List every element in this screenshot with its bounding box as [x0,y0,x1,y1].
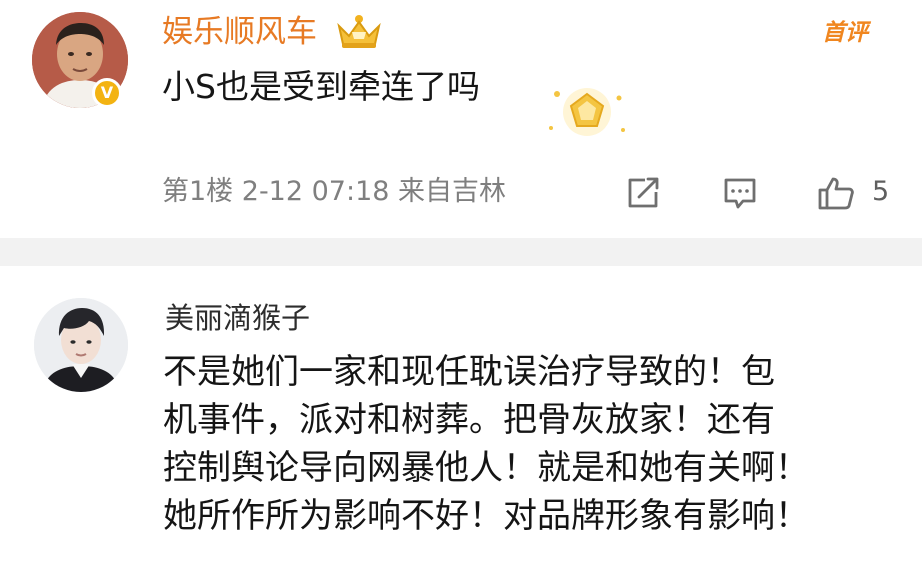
verified-icon: V [92,78,122,108]
avatar[interactable] [34,298,128,392]
first-comment-badge: 首评 [822,20,868,46]
comment-text-line: 她所作所为影响不好！对品牌形象有影响！ [163,496,809,536]
sparkle-icon [549,88,625,136]
comment-text-line: 机事件，派对和树葬。把骨灰放家！还有 [163,400,775,440]
comment-icon[interactable] [722,176,758,210]
comment-text-line: 控制舆论导向网暴他人！就是和她有关啊！ [163,448,809,488]
comment-thread: V 娱乐顺风车 首评 小S也是受到牵连了吗 第1楼 2-12 07:18 来自吉… [0,0,922,575]
like-icon[interactable] [816,176,856,210]
username[interactable]: 美丽滴猴子 [165,299,310,337]
comment-meta: 第1楼 2-12 07:18 来自吉林 [162,176,507,207]
crown-icon [337,15,381,48]
share-icon[interactable] [625,176,661,210]
comment-divider [0,238,922,266]
avatar-image-man [34,298,128,392]
comment-text-line: 不是她们一家和现任耽误治疗导致的！包 [163,352,775,392]
like-count: 5 [872,176,890,207]
username[interactable]: 娱乐顺风车 [162,12,317,52]
comment-text: 不是她们一家和现任耽误治疗导致的！包 机事件，派对和树葬。把骨灰放家！还有 控制… [163,348,903,540]
comment-text: 小S也是受到牵连了吗 [162,67,480,106]
comment-card-1: V 娱乐顺风车 首评 小S也是受到牵连了吗 第1楼 2-12 07:18 来自吉… [0,0,922,238]
